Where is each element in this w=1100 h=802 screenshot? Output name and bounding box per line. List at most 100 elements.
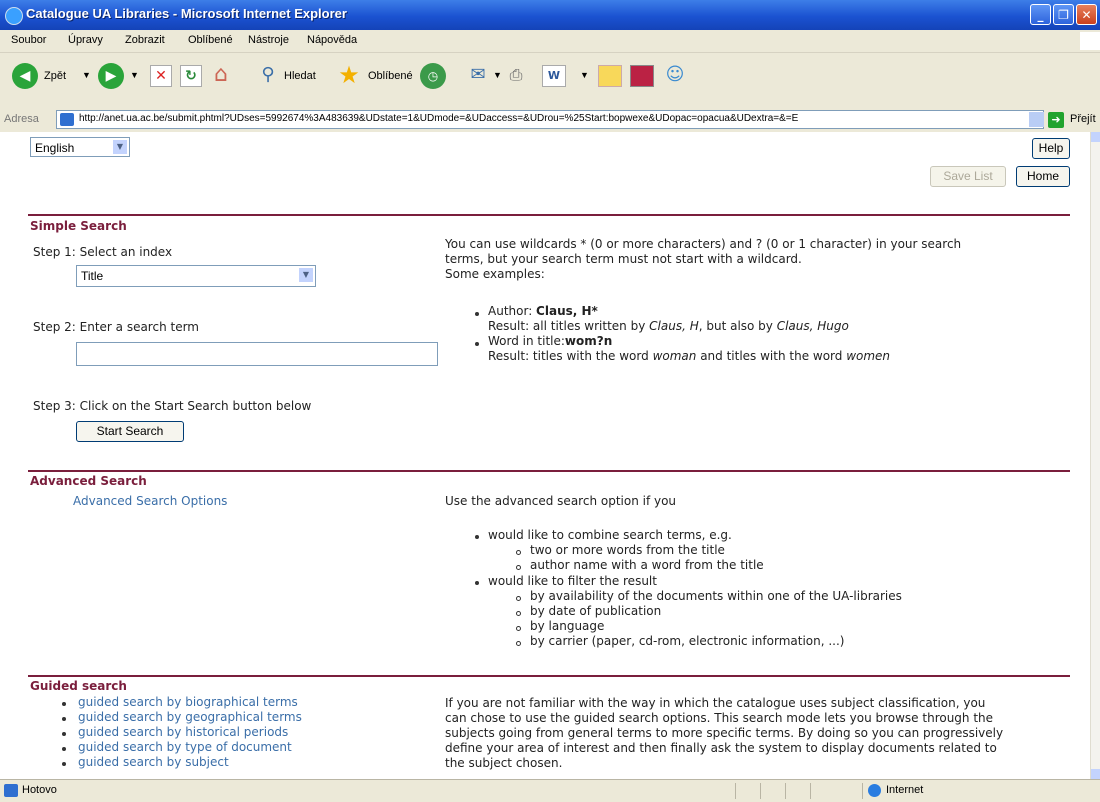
back-label[interactable]: Zpět [44, 70, 66, 82]
bullet [516, 550, 521, 555]
example-author-result: Result: all titles written by Claus, H, … [488, 319, 849, 333]
example-author: Author: Claus, H* [488, 304, 598, 318]
step3-label: Step 3: Click on the Start Search button… [33, 399, 312, 413]
bullet [516, 611, 521, 616]
wildcard-help-line1: You can use wildcards * (0 or more chara… [445, 237, 962, 251]
advanced-bullet-combine: would like to combine search terms, e.g. [488, 528, 732, 542]
bullet [516, 596, 521, 601]
history-icon[interactable]: ◷ [420, 63, 446, 89]
guided-biographical-link[interactable]: guided search by biographical terms [78, 695, 298, 709]
advanced-bullet-filter: would like to filter the result [488, 574, 657, 588]
chevron-down-icon[interactable]: ▼ [112, 139, 128, 155]
internet-zone-icon [868, 784, 881, 797]
menu-edit[interactable]: Úpravy [68, 34, 103, 46]
back-icon[interactable]: ◀ [12, 63, 38, 89]
advanced-sub-availability: by availability of the documents within … [530, 589, 902, 603]
home-button[interactable]: Home [1016, 166, 1070, 187]
chevron-down-icon[interactable]: ▼ [298, 267, 314, 283]
index-select[interactable]: Title ▼ [76, 265, 316, 287]
address-dropdown-icon[interactable] [1029, 112, 1044, 127]
go-arrow-icon[interactable]: ➜ [1048, 112, 1064, 128]
go-label[interactable]: Přejít [1070, 113, 1096, 125]
search-label[interactable]: Hledat [284, 70, 316, 82]
help-button[interactable]: Help [1032, 138, 1070, 159]
window-titlebar[interactable]: Catalogue UA Libraries - Microsoft Inter… [0, 0, 1100, 30]
address-input[interactable]: http://anet.ua.ac.be/submit.phtml?UDses=… [56, 110, 1044, 129]
scroll-up-icon[interactable] [1091, 132, 1100, 142]
menu-file[interactable]: Soubor [11, 34, 46, 46]
bullet [516, 626, 521, 631]
address-bar: Adresa http://anet.ua.ac.be/submit.phtml… [0, 108, 1100, 133]
guided-desc-line: can chose to use the guided search optio… [445, 711, 994, 725]
maximize-button[interactable]: ❐ [1053, 4, 1074, 25]
close-button[interactable]: ✕ [1076, 4, 1097, 25]
advanced-sub-author: author name with a word from the title [530, 558, 764, 572]
advanced-intro: Use the advanced search option if you [445, 494, 677, 508]
search-icon[interactable]: ⚲ [256, 63, 280, 87]
status-divider [862, 783, 863, 799]
favorites-star-icon[interactable]: ★ [335, 61, 363, 89]
minimize-button[interactable]: _ [1030, 4, 1051, 25]
guided-subject-link[interactable]: guided search by subject [78, 755, 229, 769]
research-icon[interactable] [630, 65, 654, 87]
menu-help[interactable]: Nápověda [307, 34, 357, 46]
menu-tools[interactable]: Nástroje [248, 34, 289, 46]
vertical-scrollbar[interactable] [1090, 132, 1100, 779]
save-list-button[interactable]: Save List [930, 166, 1006, 187]
example-title: Word in title:wom?n [488, 334, 613, 348]
refresh-icon[interactable]: ↻ [180, 65, 202, 87]
favorites-label[interactable]: Oblíbené [368, 70, 413, 82]
guided-geographical-link[interactable]: guided search by geographical terms [78, 710, 302, 724]
forward-icon[interactable]: ▶ [98, 63, 124, 89]
index-value: Title [81, 269, 104, 283]
status-bar: Hotovo Internet [0, 779, 1100, 802]
search-term-input[interactable] [76, 342, 438, 366]
advanced-sub-carrier: by carrier (paper, cd-rom, electronic in… [530, 634, 845, 648]
guided-document-type-link[interactable]: guided search by type of document [78, 740, 292, 754]
windows-logo-icon [1080, 32, 1100, 50]
page-content: English ▼ Help Save List Home Simple Sea… [0, 132, 1100, 779]
stop-icon[interactable]: ✕ [150, 65, 172, 87]
home-icon[interactable]: ⌂ [208, 63, 234, 87]
status-divider [785, 783, 786, 799]
language-select[interactable]: English ▼ [30, 137, 130, 157]
menu-bar: Soubor Úpravy Zobrazit Oblíbené Nástroje… [0, 30, 1100, 53]
mail-dropdown-icon[interactable]: ▼ [493, 70, 502, 80]
edit-dropdown-icon[interactable]: ▼ [580, 70, 589, 80]
back-dropdown-icon[interactable]: ▼ [82, 70, 91, 80]
edit-word-icon[interactable]: W [542, 65, 566, 87]
address-url: http://anet.ua.ac.be/submit.phtml?UDses=… [79, 113, 799, 124]
advanced-sub-title-words: two or more words from the title [530, 543, 725, 557]
messenger-icon[interactable]: ☺ [662, 63, 688, 87]
advanced-sub-language: by language [530, 619, 605, 633]
wildcard-help-line2: terms, but your search term must not sta… [445, 252, 802, 266]
bullet [62, 762, 66, 766]
section-divider [28, 470, 1070, 472]
status-divider [760, 783, 761, 799]
discuss-icon[interactable] [598, 65, 622, 87]
advanced-search-options-link[interactable]: Advanced Search Options [73, 494, 227, 508]
guided-historical-link[interactable]: guided search by historical periods [78, 725, 288, 739]
step1-label: Step 1: Select an index [33, 245, 173, 259]
guided-search-heading: Guided search [30, 679, 127, 693]
bullet [62, 717, 66, 721]
advanced-sub-date: by date of publication [530, 604, 662, 618]
scroll-down-icon[interactable] [1091, 769, 1100, 779]
language-value: English [35, 141, 75, 155]
menu-favorites[interactable]: Oblíbené [188, 34, 233, 46]
forward-dropdown-icon[interactable]: ▼ [130, 70, 139, 80]
mail-icon[interactable]: ✉ [465, 63, 491, 87]
wildcard-help-line3: Some examples: [445, 267, 545, 281]
address-label: Adresa [4, 113, 39, 125]
section-divider [28, 675, 1070, 677]
bullet [62, 702, 66, 706]
start-search-button[interactable]: Start Search [76, 421, 184, 442]
ie-icon [5, 7, 23, 25]
bullet [475, 312, 479, 316]
advanced-search-heading: Advanced Search [30, 474, 147, 488]
menu-view[interactable]: Zobrazit [125, 34, 165, 46]
print-icon[interactable]: ⎙ [505, 65, 527, 85]
status-text: Hotovo [22, 784, 57, 796]
guided-desc-line: define your area of interest and then fi… [445, 741, 997, 755]
simple-search-heading: Simple Search [30, 219, 127, 233]
